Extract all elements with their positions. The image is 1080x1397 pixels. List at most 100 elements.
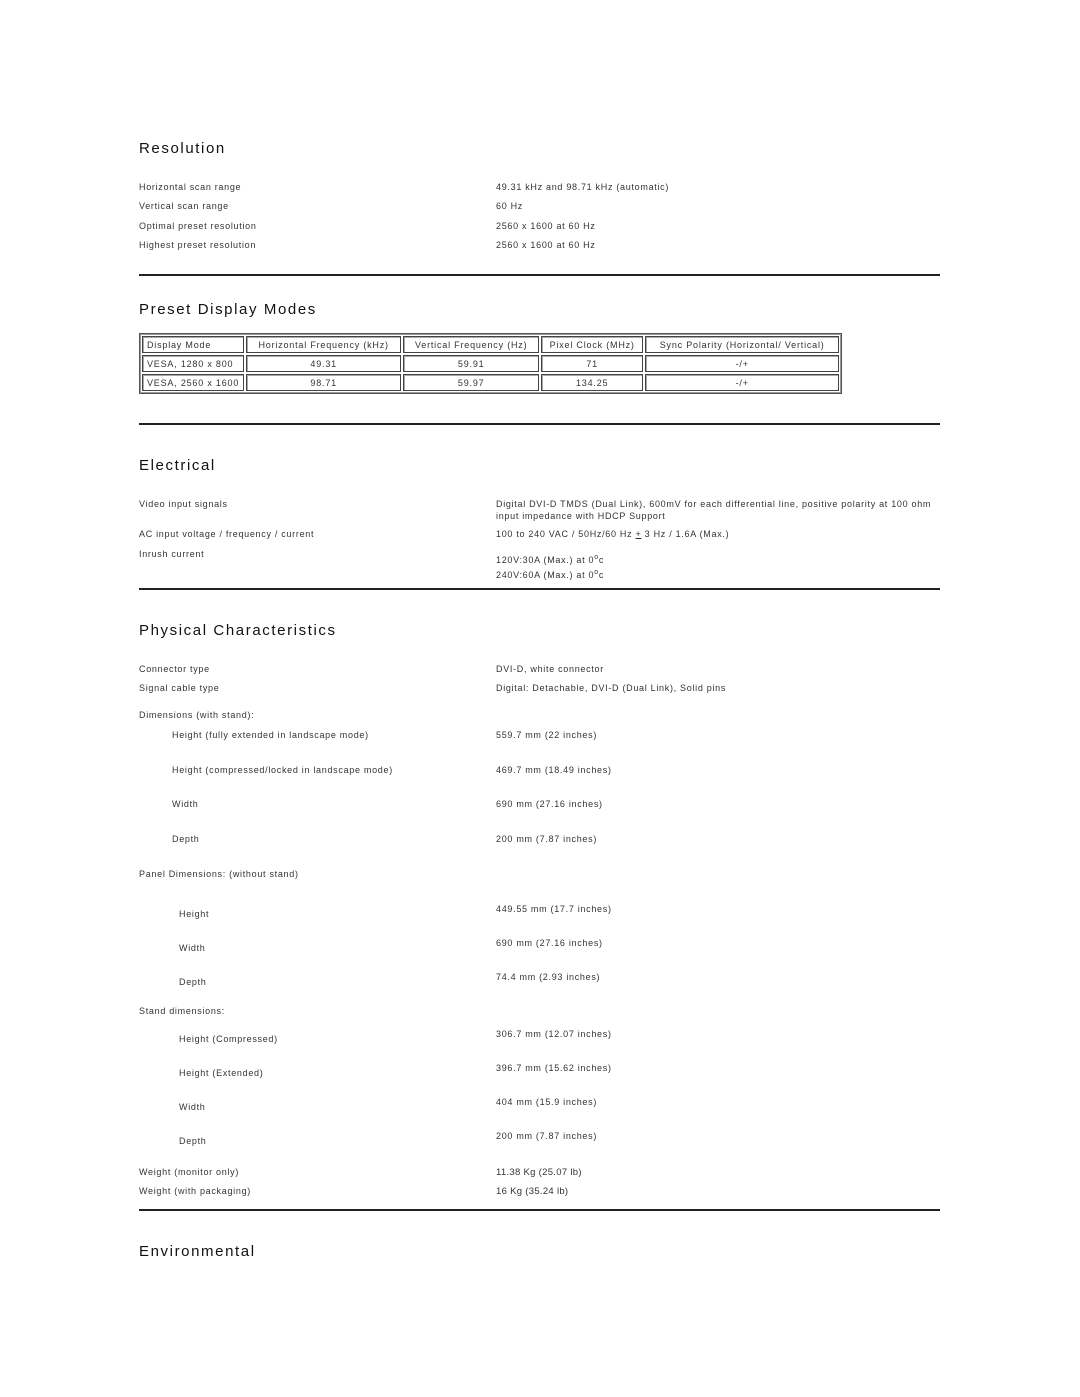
spec-row: Depth 74.4 mm (2.93 inches) <box>139 972 600 987</box>
spec-label: Optimal preset resolution <box>139 221 257 231</box>
section-title-preset-modes: Preset Display Modes <box>139 301 317 318</box>
spec-row: Vertical scan range 60 Hz <box>139 201 522 211</box>
spec-value: 690 mm (27.16 inches) <box>496 799 603 809</box>
spec-value-text: 3 Hz / 1.6A (Max.) <box>641 529 730 539</box>
spec-label: Depth <box>179 977 207 987</box>
table-header-cell: Pixel Clock (MHz) <box>541 336 644 353</box>
spec-label: AC input voltage / frequency / current <box>139 529 315 539</box>
spec-label: Height (fully extended in landscape mode… <box>172 730 369 740</box>
spec-row: Height (Compressed) 306.7 mm (12.07 inche… <box>139 1029 611 1044</box>
spec-value: 60 Hz <box>496 201 524 211</box>
spec-label: Horizontal scan range <box>139 182 242 192</box>
subheading: Dimensions (with stand): <box>139 710 254 720</box>
spec-value: 449.55 mm (17.7 inches) <box>496 904 612 914</box>
table-cell: 98.71 <box>246 374 402 391</box>
spec-value: 306.7 mm (12.07 inches) <box>496 1029 612 1039</box>
spec-label: Height (Extended) <box>179 1068 264 1078</box>
spec-value: Digital: Detachable, DVI-D (Dual Link), … <box>496 683 727 693</box>
spec-value: 11.38 Kg (25.07 lb) <box>496 1167 582 1178</box>
table-header-row: Display Mode Horizontal Frequency (kHz) … <box>142 336 840 353</box>
table-cell: 71 <box>541 355 644 372</box>
table-header-cell: Sync Polarity (Horizontal/ Vertical) <box>645 336 840 353</box>
table-cell: 49.31 <box>246 355 402 372</box>
table-header-cell: Horizontal Frequency (kHz) <box>246 336 402 353</box>
spec-value: Digital DVI-D TMDS (Dual Link), 600mV fo… <box>496 499 932 521</box>
section-divider <box>139 1209 940 1211</box>
subheading: Panel Dimensions: (without stand) <box>139 869 299 879</box>
table-cell: -/+ <box>645 374 840 391</box>
spec-value: 16 Kg (35.24 lb) <box>496 1186 569 1197</box>
spec-value: 404 mm (15.9 inches) <box>496 1097 598 1107</box>
spec-row: Width 404 mm (15.9 inches) <box>139 1097 596 1112</box>
spec-row: Height 449.55 mm (17.7 inches) <box>139 904 611 919</box>
spec-value: 559.7 mm (22 inches) <box>496 730 598 740</box>
spec-label: Width <box>179 943 206 953</box>
preset-modes-table: Display Mode Horizontal Frequency (kHz) … <box>139 333 843 394</box>
spec-row: Optimal preset resolution 2560 x 1600 at … <box>139 221 595 231</box>
spec-value-text: 100 to 240 VAC / 50Hz/60 Hz <box>496 529 636 539</box>
spec-row: Height (compressed/locked in landscape m… <box>139 765 611 775</box>
spec-label: Depth <box>172 834 200 844</box>
spec-label: Height (Compressed) <box>179 1034 278 1044</box>
spec-row: AC input voltage / frequency / current 10… <box>139 529 729 539</box>
subheading-text: Stand dimensions: <box>139 1006 225 1016</box>
spec-row: Depth 200 mm (7.87 inches) <box>139 1131 596 1146</box>
table-row: VESA, 1280 x 800 49.31 59.91 71 -/+ <box>142 355 840 372</box>
section-title-resolution: Resolution <box>139 140 226 157</box>
table-header-cell: Display Mode <box>142 336 245 353</box>
section-divider <box>139 274 940 276</box>
spec-row: Width 690 mm (27.16 inches) <box>139 938 602 953</box>
spec-value: 120V:30A (Max.) at 0oc 240V:60A (Max.) a… <box>496 552 604 581</box>
spec-label: Inrush current <box>139 549 205 559</box>
spec-value: 49.31 kHz and 98.71 kHz (automatic) <box>496 182 670 192</box>
spec-label: Width <box>179 1102 206 1112</box>
subheading-text: Panel Dimensions: (without stand) <box>139 869 299 879</box>
spec-label: Depth <box>179 1136 207 1146</box>
table-cell: 59.91 <box>403 355 540 372</box>
spec-label: Weight (with packaging) <box>139 1186 251 1196</box>
section-divider <box>139 423 940 425</box>
spec-label: Height (compressed/locked in landscape m… <box>172 765 393 775</box>
table-row: VESA, 2560 x 1600 98.71 59.97 134.25 -/+ <box>142 374 840 391</box>
spec-value: 396.7 mm (15.62 inches) <box>496 1063 612 1073</box>
spec-label: Highest preset resolution <box>139 240 257 250</box>
subheading-text: Dimensions (with stand): <box>139 710 255 720</box>
section-title-physical: Physical Characteristics <box>139 622 337 639</box>
spec-label: Signal cable type <box>139 683 220 693</box>
unit: c <box>598 555 605 565</box>
spec-value: 200 mm (7.87 inches) <box>496 834 598 844</box>
spec-row: Video input signals Digital DVI-D TMDS (D… <box>139 499 930 521</box>
spec-row: Weight (monitor only) 11.38 Kg (25.07 lb) <box>139 1167 582 1178</box>
spec-row: Connector type DVI-D, white connector <box>139 664 603 674</box>
spec-label: Weight (monitor only) <box>139 1167 240 1177</box>
spec-row: Height (Extended) 396.7 mm (15.62 inches) <box>139 1063 611 1078</box>
spec-value: 200 mm (7.87 inches) <box>496 1131 598 1141</box>
unit: c <box>598 569 605 580</box>
spec-value: DVI-D, white connector <box>496 664 604 674</box>
inrush-line: 240V:60A (Max.) at 0 <box>496 569 595 580</box>
spec-row: Highest preset resolution 2560 x 1600 at … <box>139 240 595 250</box>
spec-row: Width 690 mm (27.16 inches) <box>139 799 602 809</box>
spec-label: Height <box>179 909 210 919</box>
spec-row: Signal cable type Digital: Detachable, DV… <box>139 683 725 693</box>
spec-value: 2560 x 1600 at 60 Hz <box>496 221 596 231</box>
section-title-electrical: Electrical <box>139 457 216 474</box>
table-cell: -/+ <box>645 355 840 372</box>
spec-label: Vertical scan range <box>139 201 229 211</box>
spec-value: 690 mm (27.16 inches) <box>496 938 603 948</box>
spec-row: Inrush current 120V:30A (Max.) at 0oc 24… <box>139 549 603 580</box>
spec-row: Weight (with packaging) 16 Kg (35.24 lb) <box>139 1186 568 1197</box>
table-cell: 59.97 <box>403 374 540 391</box>
spec-row: Height (fully extended in landscape mode… <box>139 730 596 740</box>
spec-value: 74.4 mm (2.93 inches) <box>496 972 601 982</box>
table-cell: VESA, 2560 x 1600 <box>142 374 245 391</box>
subheading: Stand dimensions: <box>139 1006 225 1016</box>
inrush-line: 120V:30A (Max.) at 0 <box>496 555 595 565</box>
spec-row: Depth 200 mm (7.87 inches) <box>139 834 596 844</box>
spec-label: Video input signals <box>139 499 228 509</box>
spec-value: 100 to 240 VAC / 50Hz/60 Hz + 3 Hz / 1.6… <box>496 529 729 539</box>
spec-label: Connector type <box>139 664 210 674</box>
table-cell: VESA, 1280 x 800 <box>142 355 245 372</box>
table-header-cell: Vertical Frequency (Hz) <box>403 336 540 353</box>
section-title-environmental: Environmental <box>139 1243 256 1260</box>
